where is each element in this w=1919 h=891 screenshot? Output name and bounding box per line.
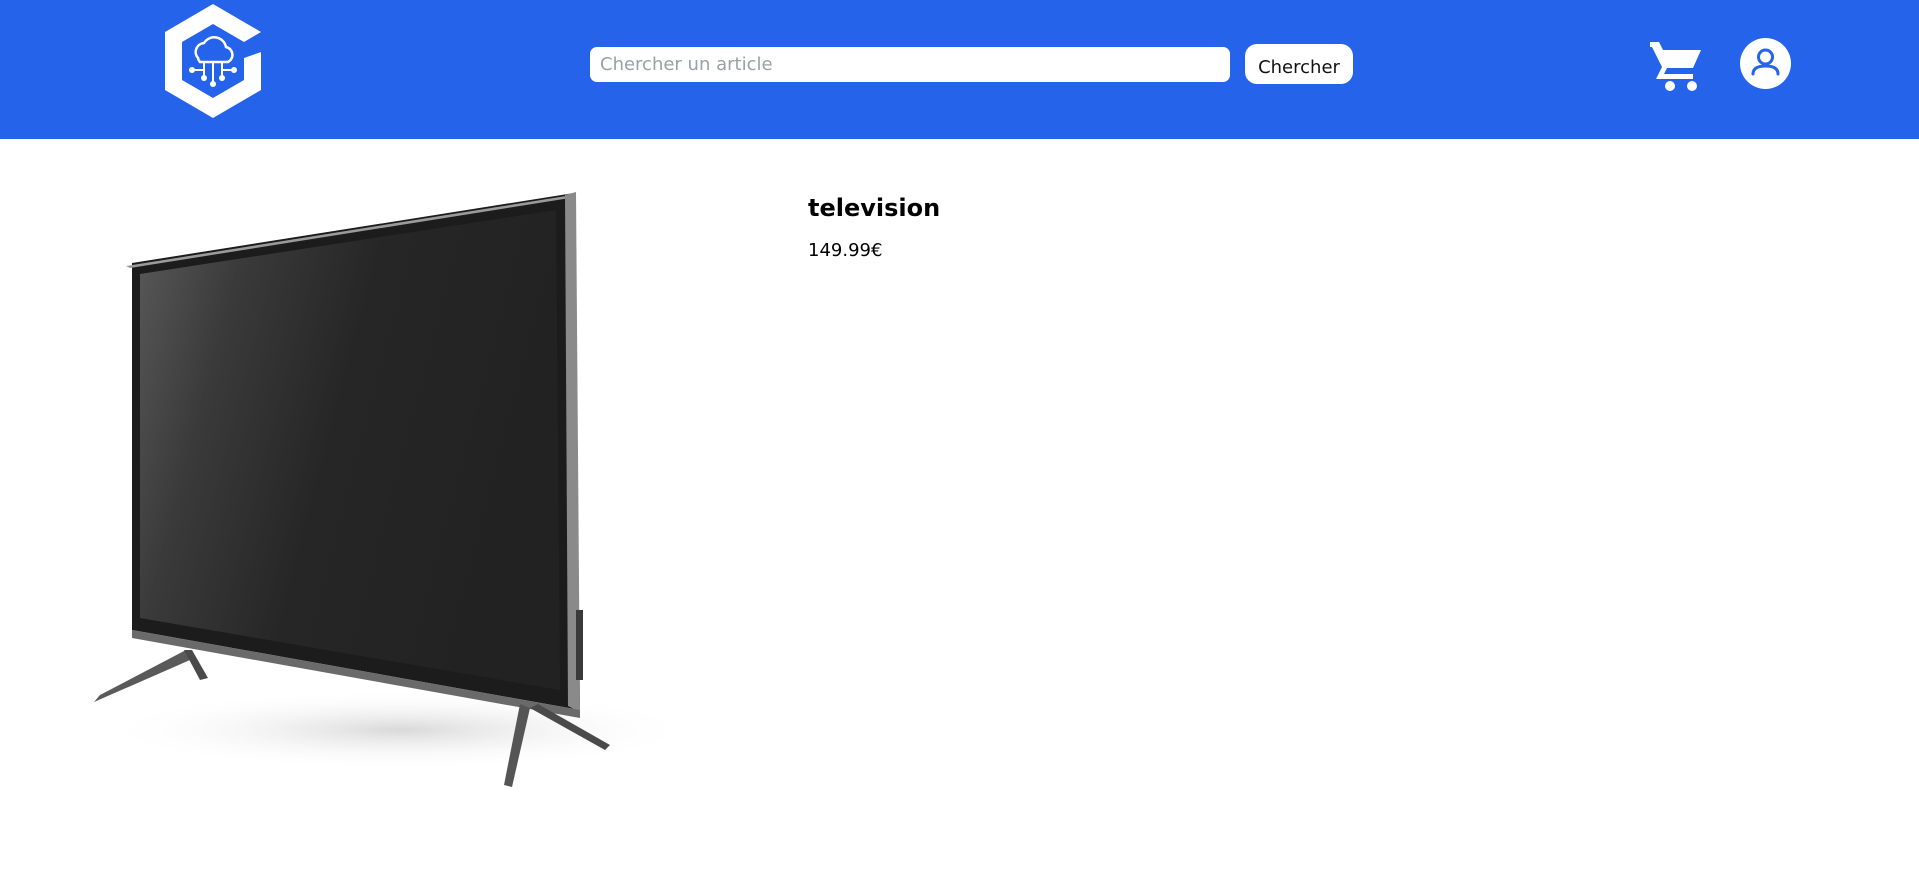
- search-button[interactable]: Chercher: [1245, 44, 1353, 84]
- top-header: Chercher: [0, 0, 1919, 139]
- product-price: 149.99€: [808, 240, 883, 261]
- product-title: television: [808, 194, 941, 222]
- account-button[interactable]: [1740, 38, 1791, 89]
- television-image: [94, 192, 700, 787]
- logo-icon[interactable]: [158, 0, 268, 122]
- cart-icon[interactable]: [1648, 38, 1704, 92]
- user-icon: [1751, 48, 1780, 76]
- search-input[interactable]: [590, 47, 1230, 82]
